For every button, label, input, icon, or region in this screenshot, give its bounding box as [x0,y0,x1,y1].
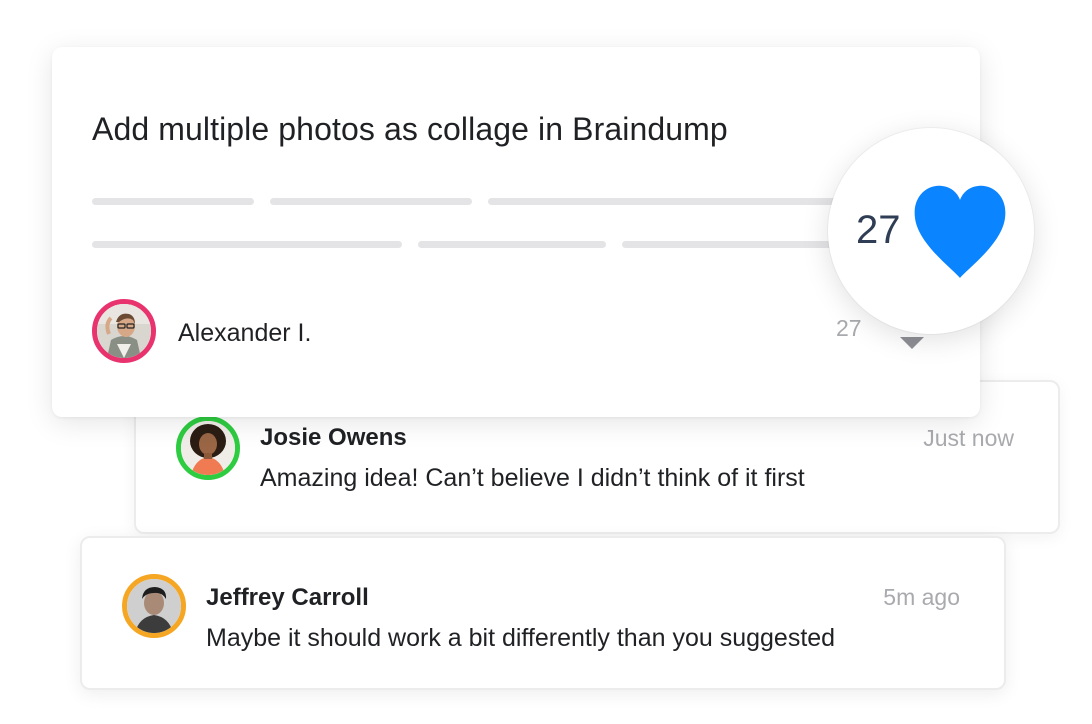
author-avatar[interactable] [92,299,156,363]
text-placeholder-line [622,241,842,248]
text-placeholder-line [270,198,472,205]
person-photo-icon [181,421,235,475]
text-placeholder-line [92,198,254,205]
commenter-name[interactable]: Jeffrey Carroll [206,584,369,612]
comment-text: Amazing idea! Can’t believe I didn’t thi… [260,464,805,492]
like-count: 27 [856,208,901,252]
heart-icon[interactable] [914,184,1006,280]
commenter-avatar[interactable] [176,416,240,480]
feature-request-canvas: Add multiple photos as collage in Braind… [0,0,1092,724]
comment-card: Jeffrey Carroll Maybe it should work a b… [80,536,1006,690]
caret-down-icon[interactable] [900,337,924,349]
commenter-avatar[interactable] [122,574,186,638]
text-placeholder-line [488,198,858,205]
text-placeholder-line [92,241,402,248]
vote-count: 27 [836,315,862,341]
like-bubble[interactable]: 27 [828,128,1034,334]
comment-timestamp: Just now [923,425,1014,451]
person-photo-icon [127,579,181,633]
person-photo-icon [97,304,151,358]
comment-timestamp: 5m ago [883,584,960,610]
author-name[interactable]: Alexander I. [178,319,311,348]
idea-title: Add multiple photos as collage in Braind… [92,111,728,147]
commenter-name[interactable]: Josie Owens [260,424,407,452]
comment-text: Maybe it should work a bit differently t… [206,624,836,652]
text-placeholder-line [418,241,606,248]
